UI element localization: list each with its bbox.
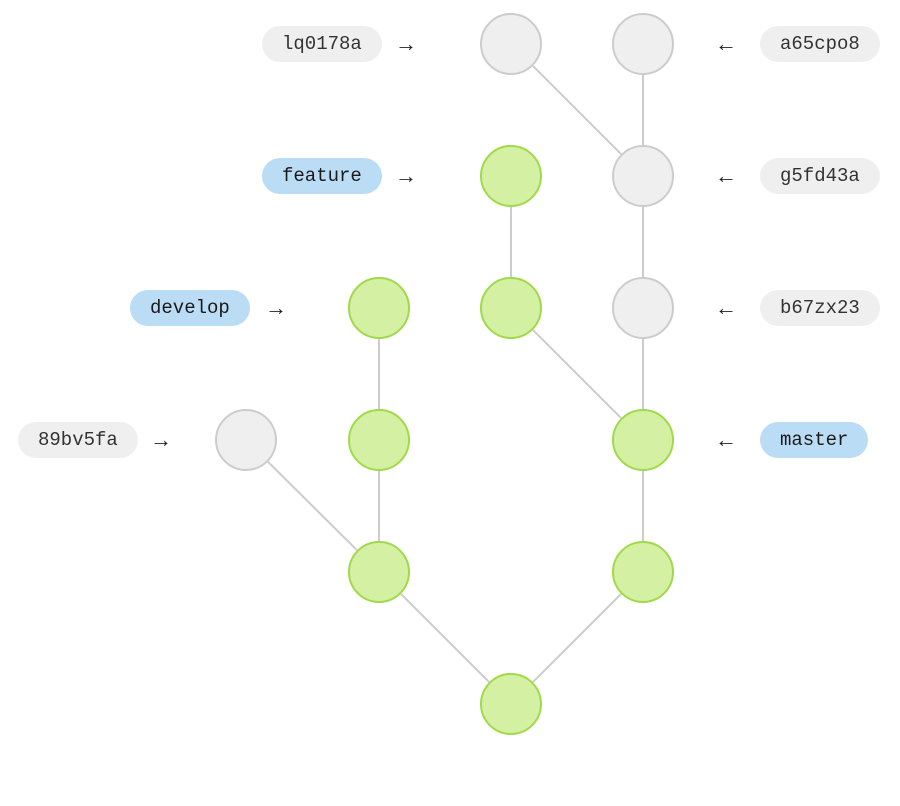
commit-node: [480, 13, 542, 75]
commit-node: [480, 277, 542, 339]
arrow-left-icon: ←: [715, 31, 737, 57]
arrow-left-icon: ←: [715, 295, 737, 321]
commit-node: [612, 145, 674, 207]
commit-node: [348, 409, 410, 471]
arrow-left-icon: ←: [715, 163, 737, 189]
arrow-right-icon: →: [265, 295, 287, 321]
commit-node: [480, 145, 542, 207]
arrow-right-icon: →: [395, 31, 417, 57]
commit-node: [612, 277, 674, 339]
edge-line: [533, 66, 621, 154]
commit-label-b67zx23: b67zx23: [760, 290, 880, 326]
commit-label-a65cpo8: a65cpo8: [760, 26, 880, 62]
edge-line: [401, 594, 489, 682]
commit-node: [348, 541, 410, 603]
edge-line: [533, 330, 621, 418]
arrow-right-icon: →: [395, 163, 417, 189]
branch-label-master: master: [760, 422, 868, 458]
git-diagram: lq0178a → ← a65cpo8 feature → ← g5fd43a …: [0, 0, 900, 806]
branch-label-feature: feature: [262, 158, 382, 194]
commit-node: [612, 13, 674, 75]
commit-node: [480, 673, 542, 735]
branch-label-develop: develop: [130, 290, 250, 326]
commit-label-lq0178a: lq0178a: [262, 26, 382, 62]
commit-node: [612, 409, 674, 471]
commit-node: [215, 409, 277, 471]
edge-line: [268, 462, 357, 550]
edge-line: [533, 594, 621, 682]
commit-label-89bv5fa: 89bv5fa: [18, 422, 138, 458]
commit-label-g5fd43a: g5fd43a: [760, 158, 880, 194]
commit-node: [348, 277, 410, 339]
arrow-right-icon: →: [150, 427, 172, 453]
arrow-left-icon: ←: [715, 427, 737, 453]
edges-layer: [0, 0, 900, 806]
commit-node: [612, 541, 674, 603]
